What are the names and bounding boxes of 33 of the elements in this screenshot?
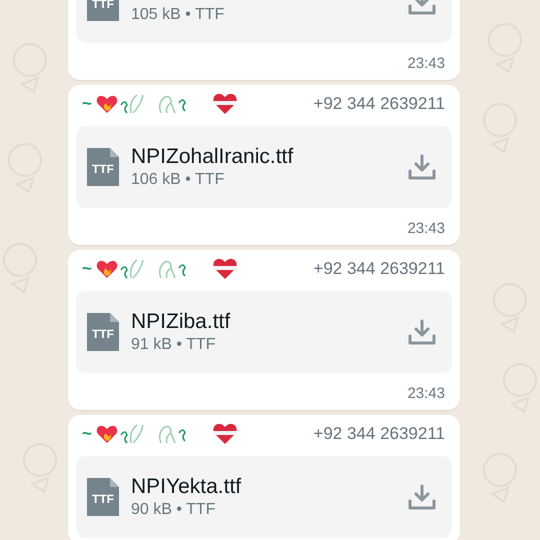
message-time: 23:43	[407, 54, 446, 74]
file-meta: 91 kB • TTF	[131, 336, 216, 354]
download-icon[interactable]	[408, 319, 436, 345]
file-attachment[interactable]: TTF NPIZiba.ttf 91 kB • TTF	[76, 291, 452, 373]
heart-icon	[212, 423, 238, 445]
file-icon: TTF	[87, 148, 119, 186]
sender-phone: +92 344 2639211	[313, 259, 445, 279]
download-icon[interactable]	[408, 154, 436, 180]
sender-phone: +92 344 2639211	[313, 94, 445, 114]
file-meta: 90 kB • TTF	[131, 501, 216, 519]
heart-icon	[212, 258, 238, 280]
message-time: 23:43	[407, 219, 446, 239]
file-name: NPIZohalIranic.ttf	[131, 145, 294, 169]
fire-heart-icon	[96, 94, 118, 114]
sender-name: ~	[82, 94, 92, 114]
sender-name: ~	[82, 259, 92, 279]
sender-name: ~	[82, 424, 92, 444]
fire-heart-icon	[96, 424, 118, 444]
file-meta: 105 kB • TTF	[131, 6, 226, 24]
download-icon[interactable]	[408, 484, 436, 510]
heart-icon	[212, 93, 238, 115]
fire-heart-icon	[96, 259, 118, 279]
file-icon: TTF	[87, 0, 119, 21]
file-icon: TTF	[87, 478, 119, 516]
message-time: 23:43	[407, 384, 446, 404]
file-icon: TTF	[87, 313, 119, 351]
file-attachment[interactable]: TTF NPIYekta.ttf 90 kB • TTF	[76, 456, 452, 538]
file-name: NPIYekta.ttf	[131, 475, 242, 499]
file-attachment[interactable]: TTF 105 kB • TTF	[76, 0, 452, 43]
file-meta: 106 kB • TTF	[131, 171, 226, 189]
sender-phone: +92 344 2639211	[313, 424, 445, 444]
file-attachment[interactable]: TTF NPIZohalIranic.ttf 106 kB • TTF	[76, 126, 452, 208]
file-name: NPIZiba.ttf	[131, 310, 232, 334]
